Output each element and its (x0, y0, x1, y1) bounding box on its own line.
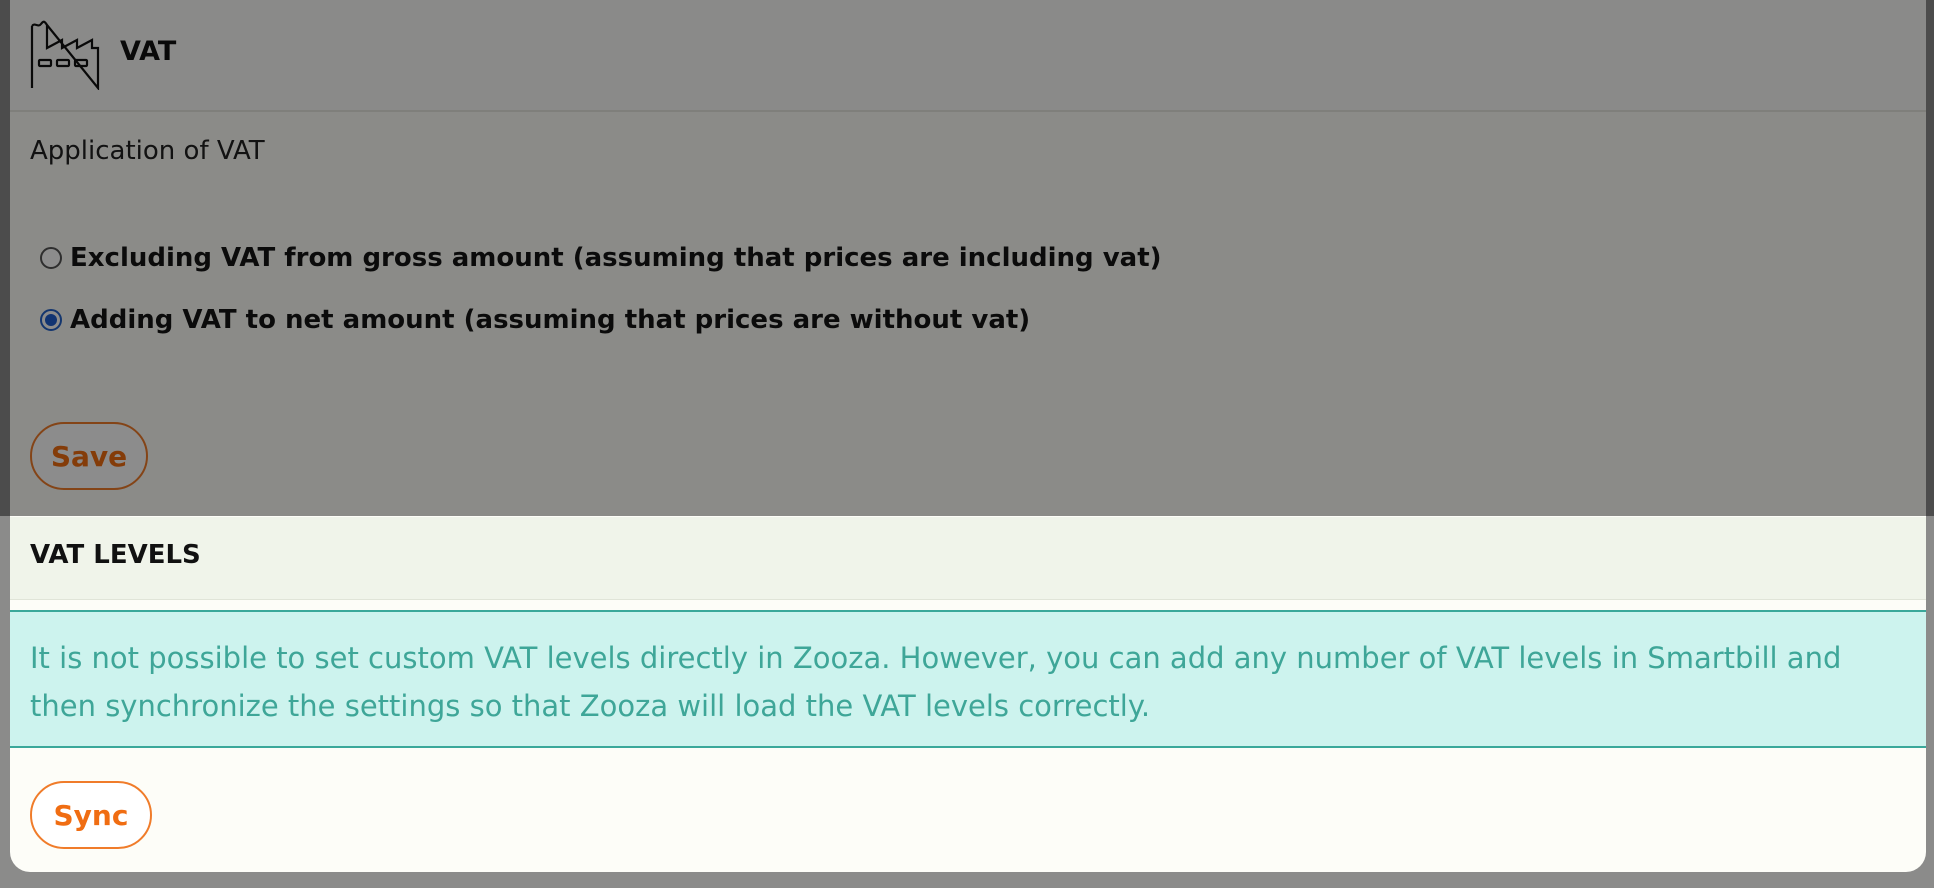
info-alert-text: It is not possible to set custom VAT lev… (30, 641, 1842, 723)
vat-levels-header: VAT LEVELS (10, 517, 1926, 600)
radio-excluding-vat[interactable]: Excluding VAT from gross amount (assumin… (40, 238, 1162, 278)
radio-label[interactable]: Excluding VAT from gross amount (assumin… (70, 243, 1162, 273)
save-button[interactable]: Save (30, 422, 148, 490)
radio-adding-vat[interactable]: Adding VAT to net amount (assuming that … (40, 300, 1030, 340)
factory-icon (30, 20, 100, 90)
info-alert: It is not possible to set custom VAT lev… (10, 610, 1926, 748)
page-title: VAT (120, 36, 177, 67)
radio-button-selected[interactable] (40, 309, 62, 331)
radio-label[interactable]: Adding VAT to net amount (assuming that … (70, 305, 1030, 335)
sync-button[interactable]: Sync (30, 781, 152, 849)
vat-levels-title: VAT LEVELS (30, 540, 201, 570)
vat-header: VAT (10, 0, 1926, 112)
vat-application-label: Application of VAT (30, 136, 265, 166)
radio-button[interactable] (40, 247, 62, 269)
vat-settings-panel: VAT Application of VAT Excluding VAT fro… (10, 0, 1926, 872)
